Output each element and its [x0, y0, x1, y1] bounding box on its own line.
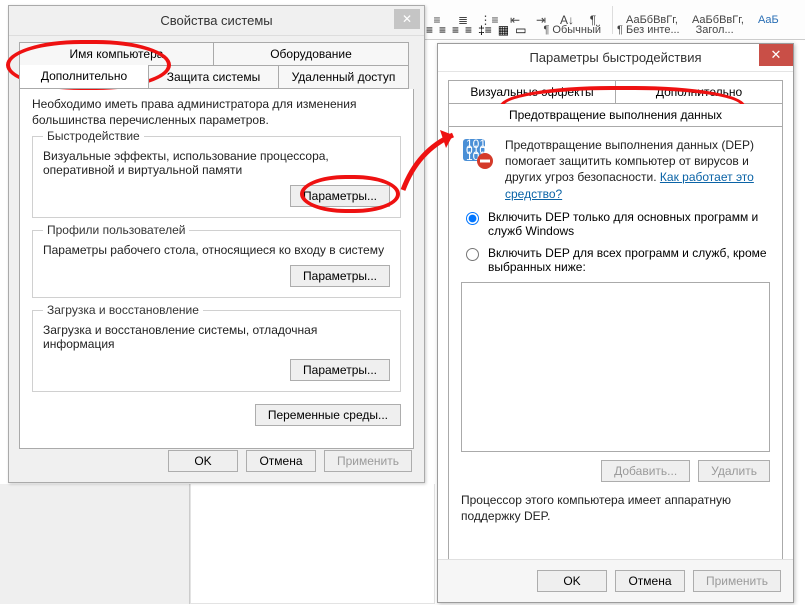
admin-intro-text: Необходимо иметь права администратора дл… [32, 97, 401, 128]
align-center-icon[interactable]: ≡ [439, 23, 446, 37]
shading-icon[interactable]: ▦ [498, 23, 509, 37]
radio-dep-all-input[interactable] [466, 248, 479, 261]
dep-exclusion-list[interactable] [461, 282, 770, 452]
group-startup-title: Загрузка и восстановление [43, 303, 203, 317]
cancel-button[interactable]: Отмена [246, 450, 316, 472]
radio-dep-essential[interactable]: Включить DEP только для основных програм… [461, 210, 770, 238]
group-startup: Загрузка и восстановление Загрузка и вос… [32, 310, 401, 392]
radio-dep-all-label: Включить DEP для всех программ и служб, … [488, 246, 770, 274]
group-performance: Быстродействие Визуальные эффекты, испол… [32, 136, 401, 218]
ribbon-row2: ≡ ≡ ≡ ≡ ‡≡ ▦ ▭ ¶ Обычный ¶ Без инте... З… [420, 20, 805, 40]
dlg2-title-text: Параметры быстродействия [529, 50, 701, 65]
page-margin-bg [0, 484, 190, 604]
dep-processor-note: Процессор этого компьютера имеет аппарат… [461, 492, 770, 524]
startup-settings-button[interactable]: Параметры... [290, 359, 390, 381]
group-profiles-title: Профили пользователей [43, 223, 189, 237]
radio-dep-essential-label: Включить DEP только для основных програм… [488, 210, 770, 238]
page-area [190, 484, 435, 604]
close-icon[interactable]: ✕ [394, 9, 420, 29]
dep-shield-icon: 10110 01011 10110 [461, 137, 495, 171]
linespacing-icon[interactable]: ‡≡ [478, 23, 492, 37]
ok-button[interactable]: OK [168, 450, 238, 472]
radio-dep-essential-input[interactable] [466, 212, 479, 225]
performance-options-dialog: Параметры быстродействия ✕ Визуальные эф… [437, 43, 794, 603]
dlg2-titlebar: Параметры быстродействия ✕ [438, 44, 793, 72]
profiles-settings-button[interactable]: Параметры... [290, 265, 390, 287]
delete-button[interactable]: Удалить [698, 460, 770, 482]
tab-visual-effects[interactable]: Визуальные эффекты [448, 80, 616, 104]
tab-remote[interactable]: Удаленный доступ [279, 65, 409, 89]
tab-protection[interactable]: Защита системы [149, 65, 279, 89]
dep-description: Предотвращение выполнения данных (DEP) п… [505, 137, 770, 202]
cancel-button-2[interactable]: Отмена [615, 570, 685, 592]
performance-text: Визуальные эффекты, использование процес… [43, 149, 390, 177]
radio-dep-all[interactable]: Включить DEP для всех программ и служб, … [461, 246, 770, 274]
tab-advanced2[interactable]: Дополнительно [616, 80, 783, 104]
dlg1-titlebar: Свойства системы ✕ [9, 6, 424, 36]
apply-button[interactable]: Применить [324, 450, 412, 472]
align-right-icon[interactable]: ≡ [452, 23, 459, 37]
dlg1-title-text: Свойства системы [160, 13, 272, 28]
style-nospace[interactable]: ¶ Без инте... [612, 22, 685, 38]
align-justify-icon[interactable]: ≡ [465, 23, 472, 37]
style-normal[interactable]: ¶ Обычный [538, 22, 606, 38]
ok-button-2[interactable]: OK [537, 570, 607, 592]
tab-dep[interactable]: Предотвращение выполнения данных [448, 104, 783, 127]
performance-settings-button[interactable]: Параметры... [290, 185, 390, 207]
group-profiles: Профили пользователей Параметры рабочего… [32, 230, 401, 298]
close-icon[interactable]: ✕ [759, 44, 793, 66]
tab-advanced[interactable]: Дополнительно [19, 65, 149, 89]
startup-text: Загрузка и восстановление системы, отлад… [43, 323, 390, 351]
apply-button-2[interactable]: Применить [693, 570, 781, 592]
add-button[interactable]: Добавить... [601, 460, 690, 482]
group-performance-title: Быстродействие [43, 129, 144, 143]
tab-computer-name[interactable]: Имя компьютера [19, 42, 214, 65]
style-heading[interactable]: Загол... [691, 22, 739, 38]
align-left-icon[interactable]: ≡ [426, 23, 433, 37]
borders-icon[interactable]: ▭ [515, 23, 526, 37]
env-vars-button[interactable]: Переменные среды... [255, 404, 401, 426]
tab-hardware[interactable]: Оборудование [214, 42, 409, 65]
system-properties-dialog: Свойства системы ✕ Имя компьютера Оборуд… [8, 5, 425, 483]
profiles-text: Параметры рабочего стола, относящиеся ко… [43, 243, 390, 257]
